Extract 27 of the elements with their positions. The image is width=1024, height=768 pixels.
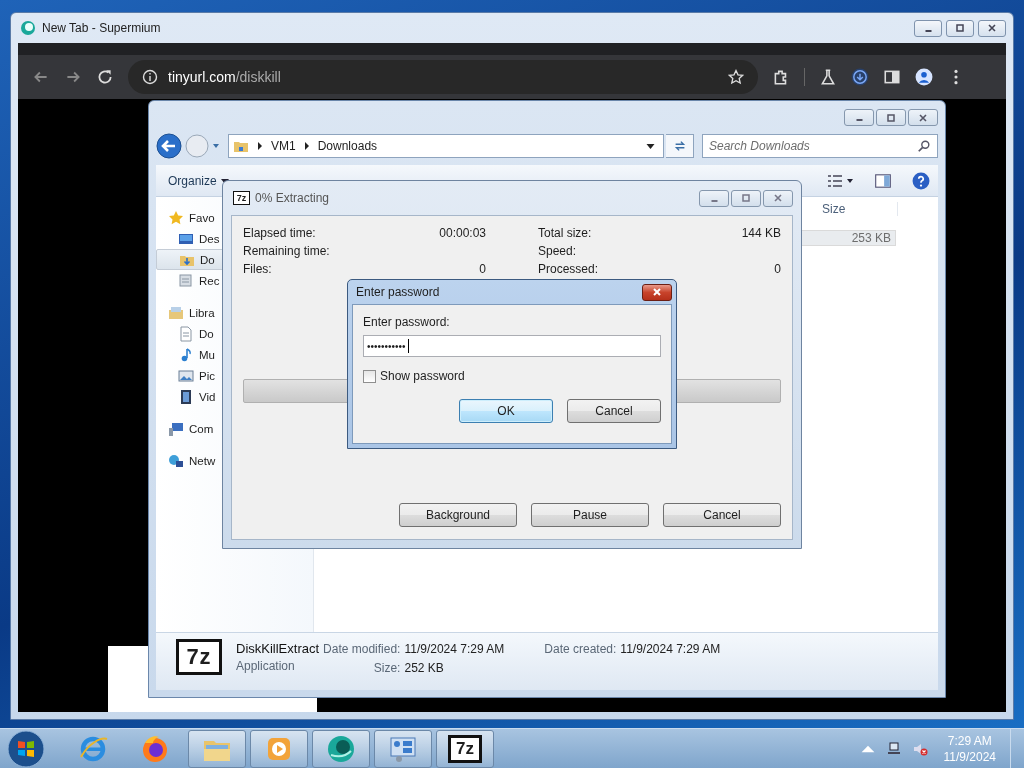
detail-label: Date created: (544, 642, 617, 656)
stat-value: 144 KB (741, 226, 781, 240)
file-name: DiskKillExtract (236, 641, 320, 656)
stat-value: 0 (479, 262, 486, 276)
detail-value: 11/9/2024 7:29 AM (404, 642, 505, 656)
stat-value: 00:00:03 (439, 226, 486, 240)
stat-label: Elapsed time: (243, 226, 316, 240)
stat-label: Total size: (538, 226, 592, 240)
detail-label: Date modified: (323, 642, 401, 656)
stat-label: Files: (243, 262, 272, 276)
app-icon: 7z (176, 639, 222, 675)
detail-value: 11/9/2024 7:29 AM (620, 642, 721, 656)
window-title: New Tab - Supermium (42, 21, 161, 35)
app-icon: 7z (233, 191, 250, 205)
url-text: tinyurl.com/diskkill (168, 69, 282, 85)
detail-label: Size: (372, 661, 401, 675)
app-icon: 7z (448, 734, 482, 763)
search-placeholder: Search Downloads (709, 139, 811, 153)
stat-label: Remaining time: (243, 244, 330, 258)
field-label: Enter password: (363, 315, 451, 329)
stat-label: Speed: (538, 244, 577, 258)
dialog-title: Enter password (356, 285, 441, 299)
dialog-title: 0% Extracting (255, 191, 330, 205)
stat-value: 0 (774, 262, 781, 276)
stat-label: Processed: (538, 262, 599, 276)
file-type: Application (236, 659, 296, 673)
detail-value: 252 KB (404, 661, 445, 675)
